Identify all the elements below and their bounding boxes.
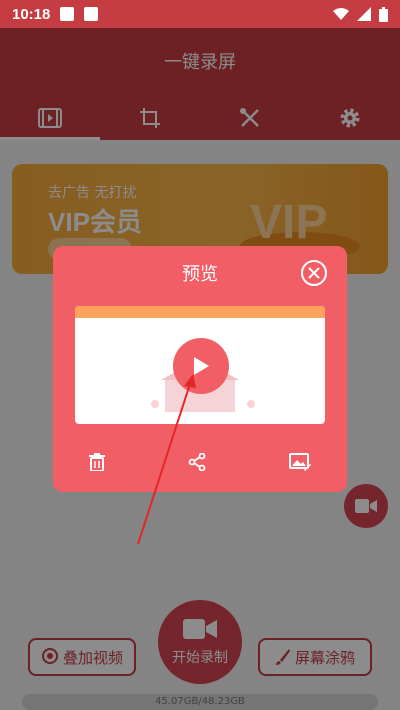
video-thumbnail[interactable] bbox=[75, 306, 325, 424]
wifi-icon bbox=[333, 8, 349, 20]
close-button[interactable] bbox=[301, 260, 327, 286]
close-icon bbox=[308, 267, 320, 279]
edit-image-button[interactable] bbox=[289, 446, 311, 478]
notification-icon bbox=[84, 7, 99, 21]
preview-dialog: 预览 bbox=[53, 246, 347, 492]
share-button[interactable] bbox=[188, 446, 206, 478]
play-icon bbox=[194, 357, 209, 375]
trash-icon bbox=[89, 453, 105, 471]
share-icon bbox=[188, 453, 206, 471]
image-edit-icon bbox=[289, 453, 311, 471]
delete-button[interactable] bbox=[89, 446, 105, 478]
play-button[interactable] bbox=[173, 338, 229, 394]
status-bar: 10:18 bbox=[0, 0, 400, 28]
dialog-actions bbox=[53, 446, 347, 478]
status-time: 10:18 bbox=[12, 5, 51, 23]
battery-icon bbox=[379, 6, 388, 22]
notification-icon bbox=[60, 7, 75, 21]
signal-icon bbox=[357, 7, 371, 21]
